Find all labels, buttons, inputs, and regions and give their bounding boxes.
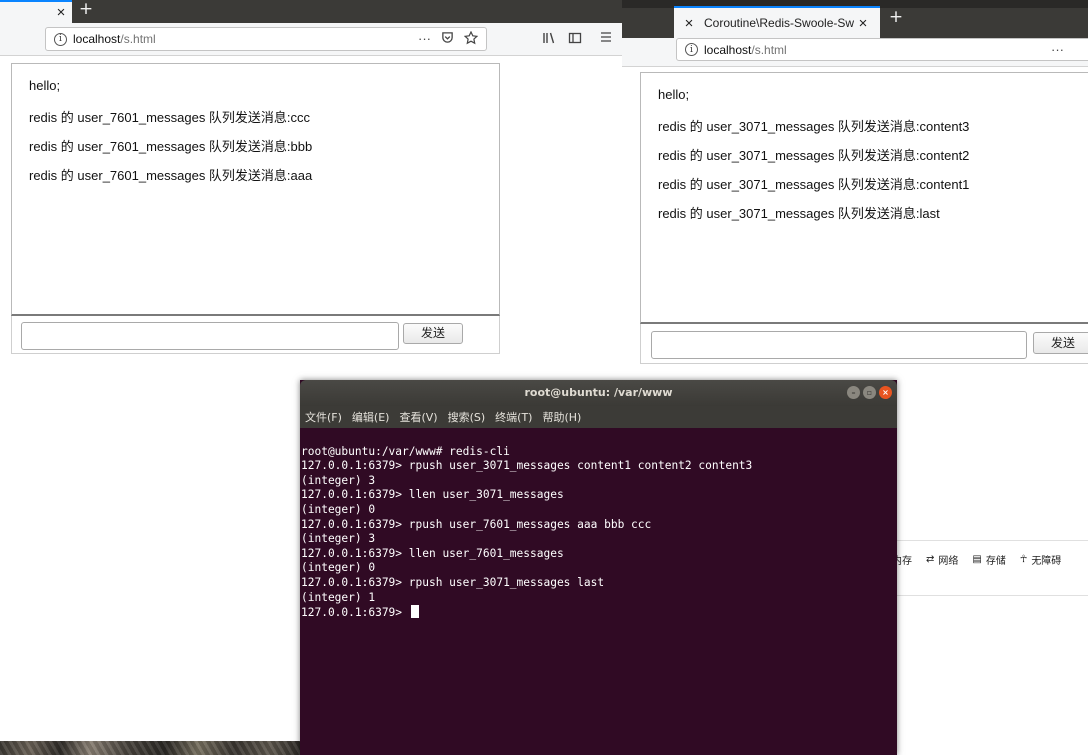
url-path: /s.html (751, 42, 787, 57)
message-item: redis 的 user_3071_messages 队列发送消息:conten… (658, 148, 970, 163)
navigation-bar: i localhost /s.html ··· (0, 23, 622, 56)
message-input-row: 发送 (11, 316, 500, 354)
terminal-line: (integer) 3 (301, 473, 376, 487)
url-bar[interactable]: i localhost /s.html ··· (45, 27, 487, 51)
terminal-line: (integer) 0 (301, 561, 376, 575)
terminal-line: 127.0.0.1:6379> rpush user_3071_messages… (301, 459, 753, 473)
terminal-line: 127.0.0.1:6379> llen user_3071_messages (301, 488, 564, 502)
tab-active[interactable]: × (0, 0, 72, 23)
message-list: hello; redis 的 user_7601_messages 队列发送消息… (11, 63, 500, 316)
tab-title: Coroutine\Redis-Swoole-Sw (704, 16, 854, 30)
devtools-tab-label: 网络 (938, 556, 959, 567)
menu-terminal[interactable]: 终端(T) (495, 409, 532, 425)
menu-edit[interactable]: 编辑(E) (352, 409, 390, 425)
browser-window-left: × + i localhost /s.html ··· hello; redis… (0, 0, 622, 380)
message-input[interactable] (651, 331, 1027, 359)
terminal-titlebar[interactable]: root@ubuntu: /var/www – ▫ × (300, 380, 897, 406)
terminal-cursor (410, 605, 419, 619)
page-actions-icon[interactable]: ··· (418, 31, 431, 48)
info-icon[interactable]: i (685, 43, 698, 56)
star-icon[interactable] (463, 30, 479, 48)
message-item: redis 的 user_3071_messages 队列发送消息:last (658, 206, 940, 221)
menu-search[interactable]: 搜索(S) (448, 409, 486, 425)
message-input-row: 发送 (640, 324, 1088, 364)
minimize-icon[interactable]: – (847, 386, 860, 399)
send-button[interactable]: 发送 (1033, 332, 1088, 354)
devtools-tab-label: 存储 (985, 556, 1006, 567)
tab-close-icon[interactable]: × (52, 5, 70, 20)
menu-icon[interactable] (600, 31, 612, 47)
message-item: redis 的 user_7601_messages 队列发送消息:ccc (29, 110, 311, 125)
message-item: redis 的 user_7601_messages 队列发送消息:bbb (29, 139, 313, 154)
terminal-line: (integer) 0 (301, 502, 376, 516)
message-list: hello; redis 的 user_3071_messages 队列发送消息… (640, 72, 1088, 324)
devtools-tab-storage[interactable]: ▤ 存储 (972, 552, 1005, 567)
tab-active[interactable]: × Coroutine\Redis-Swoole-Sw × (674, 6, 880, 38)
pocket-icon[interactable] (441, 31, 454, 48)
url-bar[interactable]: i localhost /s.html ··· (676, 38, 1088, 61)
network-icon: ⇄ (926, 554, 935, 565)
terminal-line: 127.0.0.1:6379> rpush user_7601_messages… (301, 517, 652, 531)
terminal-line: 127.0.0.1:6379> llen user_7601_messages (301, 546, 564, 560)
message-input[interactable] (21, 322, 399, 350)
terminal-line: (integer) 3 (301, 532, 376, 546)
devtools-tab-network[interactable]: ⇄ 网络 (926, 552, 958, 567)
send-button[interactable]: 发送 (403, 323, 463, 344)
terminal-line: (integer) 1 (301, 590, 376, 604)
tab-close-icon[interactable]: × (854, 16, 872, 31)
message-item: hello; (29, 78, 61, 93)
url-host: localhost (73, 32, 121, 46)
terminal-prompt: 127.0.0.1:6379> (301, 606, 409, 620)
close-icon[interactable]: × (879, 386, 892, 399)
new-tab-icon[interactable]: + (76, 1, 96, 18)
terminal-prompt-line[interactable]: 127.0.0.1:6379> (301, 605, 895, 621)
page-actions-icon[interactable]: ··· (1051, 42, 1064, 57)
message-item: redis 的 user_7601_messages 队列发送消息:aaa (29, 168, 313, 183)
terminal-line: 127.0.0.1:6379> rpush user_3071_messages… (301, 575, 605, 589)
desktop-wallpaper (0, 741, 300, 755)
message-item: redis 的 user_3071_messages 队列发送消息:conten… (658, 119, 970, 134)
library-icon[interactable] (542, 31, 556, 49)
tab-close-icon[interactable]: × (680, 16, 698, 31)
menu-help[interactable]: 帮助(H) (542, 409, 581, 425)
storage-icon: ▤ (972, 554, 982, 565)
devtools-tab-accessibility[interactable]: ☥ 无障碍 (1020, 552, 1061, 567)
sidebar-icon[interactable] (568, 31, 582, 49)
info-icon[interactable]: i (54, 32, 67, 46)
new-tab-icon[interactable]: + (886, 9, 906, 26)
terminal-window[interactable]: root@ubuntu: /var/www – ▫ × 文件(F) 编辑(E) … (300, 380, 897, 755)
message-item: redis 的 user_3071_messages 队列发送消息:conten… (658, 177, 970, 192)
menu-file[interactable]: 文件(F) (305, 409, 342, 425)
navigation-bar: i localhost /s.html ··· (622, 38, 1088, 67)
maximize-icon[interactable]: ▫ (863, 386, 876, 399)
tab-strip: × Coroutine\Redis-Swoole-Sw × + (622, 0, 1088, 38)
terminal-line: root@ubuntu:/var/www# redis-cli (301, 444, 510, 458)
terminal-menubar: 文件(F) 编辑(E) 查看(V) 搜索(S) 终端(T) 帮助(H) (300, 406, 897, 428)
terminal-title: root@ubuntu: /var/www (524, 386, 673, 399)
url-path: /s.html (120, 32, 156, 46)
terminal-output[interactable]: root@ubuntu:/var/www# redis-cli 127.0.0.1… (301, 430, 895, 650)
message-item: hello; (658, 87, 690, 102)
devtools-tab-label: 无障碍 (1031, 556, 1062, 567)
tab-strip: × + (0, 0, 622, 23)
url-host: localhost (704, 42, 752, 57)
menu-view[interactable]: 查看(V) (399, 409, 437, 425)
accessibility-icon: ☥ (1019, 554, 1028, 565)
